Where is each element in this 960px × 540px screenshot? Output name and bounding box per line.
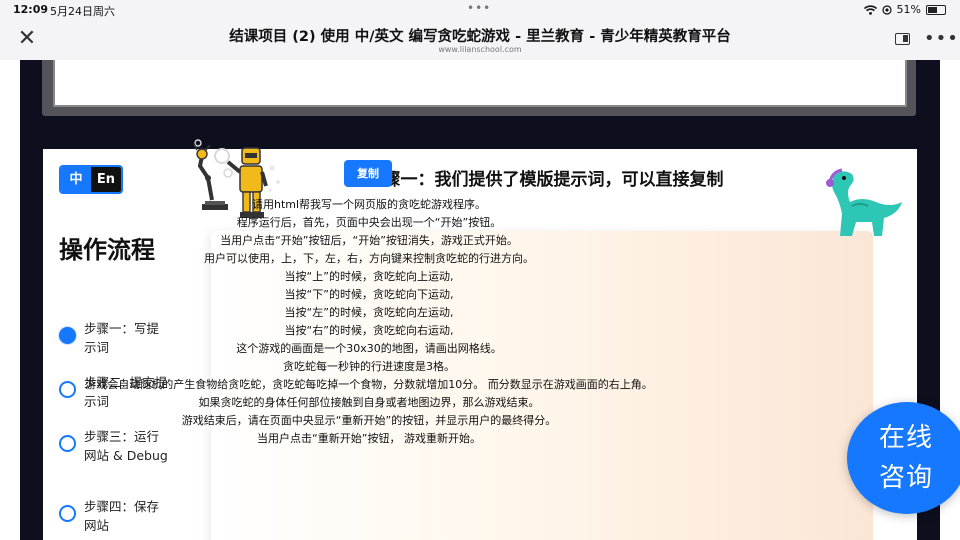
page-url: www.lilanschool.com xyxy=(438,45,522,54)
lang-zh-button[interactable]: 中 xyxy=(61,167,91,192)
wifi-icon xyxy=(863,4,877,15)
prompt-line: 当用户点击“重新开始”按钮， 游戏重新开始。 xyxy=(257,432,481,445)
status-date: 5月24日周六 xyxy=(50,5,115,18)
multitask-dots-icon[interactable]: ••• xyxy=(467,1,491,15)
sidebar-step-4[interactable]: 步骤四：保存网站 xyxy=(59,497,169,535)
prompt-line: 这个游戏的画面是一个30x30的地图，请画出网格线。 xyxy=(236,342,502,355)
prompt-line: 游戏会自动随机的产生食物给贪吃蛇，贪吃蛇每吃掉一个食物，分数就增加10分。 而分… xyxy=(85,378,653,391)
status-right: 51% xyxy=(863,3,946,16)
status-bar: 12:09 5月24日周六 ••• 51% xyxy=(0,0,960,20)
status-time: 12:09 xyxy=(13,3,49,16)
web-viewport: 中 En 操作流程 步骤一：写提示词 步骤二: 提交提示词 步骤三：运行网站 &… xyxy=(0,60,960,540)
prompt-line: 贪吃蛇每一秒钟的行进速度是3格。 xyxy=(283,360,455,373)
lang-en-button[interactable]: En xyxy=(91,167,121,192)
step-radio-icon[interactable] xyxy=(59,505,76,522)
copy-button[interactable]: 复制 xyxy=(344,160,392,187)
prompt-line: 如果贪吃蛇的身体任何部位接触到自身或者地图边界，那么游戏结束。 xyxy=(198,396,540,409)
battery-percent: 51% xyxy=(896,3,921,16)
prompt-text: 请用html帮我写一个网页版的贪吃蛇游戏程序。程序运行后，首先，页面中央会出现一… xyxy=(44,196,694,448)
prompt-line: 当用户点击“开始”按钮后，“开始”按钮消失，游戏正式开始。 xyxy=(220,234,518,247)
prompt-line: 当按“上”的时候，贪吃蛇向上运动, xyxy=(284,270,454,283)
browser-toolbar: ✕ 结课项目 (2) 使用 中/英文 编写贪吃蛇游戏 - 里兰教育 - 青少年精… xyxy=(0,20,960,60)
prompt-line: 当按“下”的时候，贪吃蛇向下运动, xyxy=(284,288,454,301)
prompt-line: 程序运行后，首先，页面中央会出现一个“开始”按钮。 xyxy=(236,216,502,229)
prompt-line: 游戏结束后，请在页面中央显示“重新开始”的按钮，并显示用户的最终得分。 xyxy=(181,414,557,427)
language-toggle: 中 En xyxy=(59,165,123,194)
prompt-line: 当按“左”的时候，贪吃蛇向左运动, xyxy=(284,306,454,319)
step-label: 步骤四：保存网站 xyxy=(84,499,160,533)
battery-icon xyxy=(926,4,946,15)
previous-section-panel xyxy=(53,60,907,107)
split-view-icon[interactable] xyxy=(895,33,910,45)
online-consult-label: 在线咨询 xyxy=(878,423,933,493)
prompt-line: 用户可以使用，上，下，左，右，方向键来控制贪吃蛇的行进方向。 xyxy=(204,252,534,265)
prompt-line: 请用html帮我写一个网页版的贪吃蛇游戏程序。 xyxy=(251,198,487,211)
prompt-line: 当按“右”的时候，贪吃蛇向右运动, xyxy=(284,324,454,337)
battery-fill xyxy=(928,6,937,13)
location-icon xyxy=(881,4,892,15)
dinosaur-illustration xyxy=(826,168,902,236)
online-consult-button[interactable]: 在线咨询 xyxy=(847,402,960,514)
page-title: 结课项目 (2) 使用 中/英文 编写贪吃蛇游戏 - 里兰教育 - 青少年精英教… xyxy=(229,29,731,45)
more-icon[interactable]: ••• xyxy=(924,28,959,49)
